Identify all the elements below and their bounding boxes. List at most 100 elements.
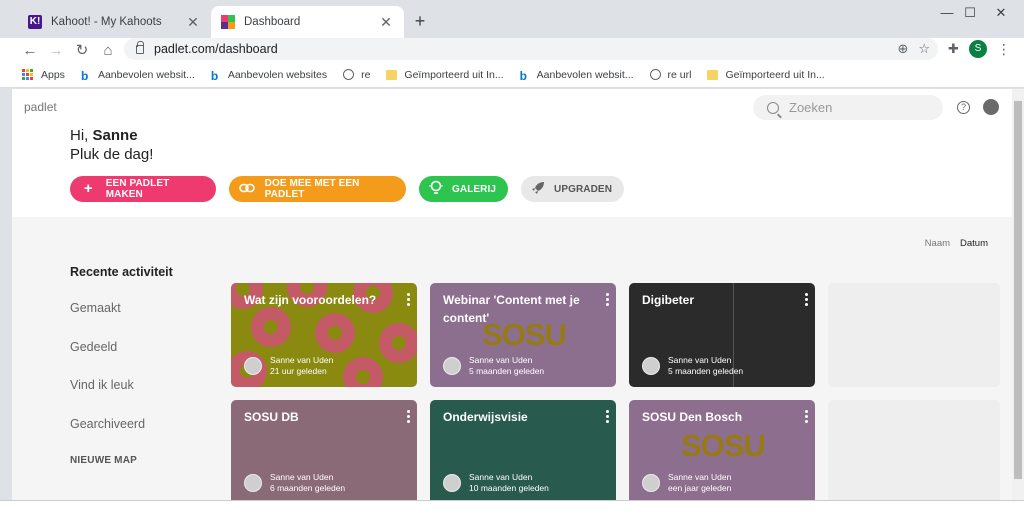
padlet-card[interactable]: Wat zijn vooroordelen? Sanne van Uden 21 … xyxy=(231,283,417,387)
home-icon[interactable]: ⌂ xyxy=(95,42,121,59)
avatar xyxy=(244,357,262,375)
plus-icon: + xyxy=(83,180,93,197)
padlet-card[interactable]: Digibeter Sanne van Uden 5 maanden gelede… xyxy=(629,283,815,387)
more-options-icon[interactable] xyxy=(405,410,411,423)
empty-card-slot xyxy=(828,400,1000,500)
padlet-card[interactable]: SOSU DB Sanne van Uden 6 maanden geleden xyxy=(231,400,417,500)
puzzle-icon[interactable]: ✚ xyxy=(948,41,959,57)
scrollbar-thumb[interactable] xyxy=(1014,101,1022,479)
more-options-icon[interactable] xyxy=(604,293,610,306)
close-icon[interactable]: ✕ xyxy=(185,14,201,30)
tab-kahoot[interactable]: K! Kahoot! - My Kahoots ✕ xyxy=(18,6,211,38)
menu-dots-icon[interactable]: ⋮ xyxy=(997,41,1011,58)
padlet-logo[interactable]: padlet xyxy=(24,100,57,114)
padlet-author: Sanne van Uden een jaar geleden xyxy=(642,472,731,494)
new-folder-button[interactable]: NIEUWE MAP xyxy=(70,455,220,466)
sort-by-name[interactable]: Naam xyxy=(925,238,950,249)
padlet-author: Sanne van Uden 5 maanden geleden xyxy=(443,355,544,377)
sidebar-item-created[interactable]: Gemaakt xyxy=(70,301,220,340)
browser-toolbar: ← → ↻ ⌂ padlet.com/dashboard ⊕ ☆ xyxy=(0,38,1024,62)
padlet-card[interactable]: SOSU SOSU Den Bosch Sanne van Uden een ja… xyxy=(629,400,815,500)
donut-pattern xyxy=(343,357,383,387)
search-icon xyxy=(767,101,779,114)
greeting: Hi, Sanne Pluk de dag! xyxy=(70,126,153,164)
address-bar[interactable]: padlet.com/dashboard ⊕ ☆ xyxy=(124,38,938,60)
updated-time: 21 uur geleden xyxy=(270,366,327,376)
padlet-dashboard: padlet Zoeken ? Hi, Sanne Pluk de dag! +… xyxy=(12,89,1012,500)
padlet-list-area: Naam Datum Recente activiteit Gemaakt Ge… xyxy=(12,217,1012,500)
window-close-icon[interactable]: ✕ xyxy=(978,4,1024,26)
donut-pattern xyxy=(379,323,417,363)
author-name: Sanne van Uden xyxy=(469,355,533,365)
help-icon[interactable]: ? xyxy=(957,101,970,114)
tab-title: Kahoot! - My Kahoots xyxy=(51,16,162,28)
bookmark-item[interactable]: b Aanbevolen websites xyxy=(211,68,328,83)
bookmark-item[interactable]: re url xyxy=(649,68,692,81)
search-input[interactable]: Zoeken xyxy=(753,95,943,120)
sidebar: Recente activiteit Gemaakt Gedeeld Vind … xyxy=(70,265,220,466)
author-name: Sanne van Uden xyxy=(668,472,732,482)
sidebar-item-archived[interactable]: Gearchiveerd xyxy=(70,417,220,456)
profile-avatar[interactable]: S xyxy=(968,40,987,58)
bookmark-label: Aanbevolen websites xyxy=(227,68,328,81)
tab-title: Dashboard xyxy=(244,16,301,28)
padlet-card[interactable]: SOSU Webinar 'Content met je content' Sa… xyxy=(430,283,616,387)
star-icon[interactable]: ☆ xyxy=(918,41,930,57)
bookmark-folder[interactable]: Geïmporteerd uit In... xyxy=(386,68,504,81)
tab-dashboard[interactable]: Dashboard ✕ xyxy=(211,6,404,38)
lightbulb-icon xyxy=(429,180,443,199)
close-icon[interactable]: ✕ xyxy=(378,14,394,30)
forward-icon[interactable]: → xyxy=(43,42,69,59)
page-scrollbar[interactable] xyxy=(1012,89,1024,500)
bottom-edge xyxy=(0,500,1024,512)
more-options-icon[interactable] xyxy=(405,293,411,306)
search-placeholder: Zoeken xyxy=(789,100,833,115)
bookmark-label: re url xyxy=(667,68,692,81)
padlet-author: Sanne van Uden 21 uur geleden xyxy=(244,355,333,377)
gallery-button[interactable]: GALERIJ xyxy=(419,176,508,202)
padlet-title: SOSU Den Bosch xyxy=(642,410,743,424)
bookmark-item[interactable]: b Aanbevolen websit... xyxy=(81,69,195,83)
button-label: DOE MEE MET EEN PADLET xyxy=(264,178,360,200)
bookmark-item[interactable]: b Aanbevolen websit... xyxy=(520,69,634,83)
bookmark-label: Geïmporteerd uit In... xyxy=(404,68,504,81)
sidebar-item-recent[interactable]: Recente activiteit xyxy=(70,265,220,279)
sidebar-item-shared[interactable]: Gedeeld xyxy=(70,340,220,379)
padlet-card[interactable]: Onderwijsvisie Sanne van Uden 10 maanden … xyxy=(430,400,616,500)
back-icon[interactable]: ← xyxy=(17,42,43,59)
folder-icon xyxy=(386,69,398,80)
author-name: Sanne van Uden xyxy=(668,355,732,365)
globe-icon xyxy=(649,69,661,80)
bookmark-item[interactable]: re xyxy=(343,69,370,81)
create-padlet-button[interactable]: + EEN PADLET MAKEN xyxy=(70,176,216,202)
avatar xyxy=(443,357,461,375)
reload-icon[interactable]: ↻ xyxy=(69,41,95,59)
updated-time: 5 maanden geleden xyxy=(668,366,744,376)
padlet-title: Onderwijsvisie xyxy=(443,410,528,424)
bookmark-apps[interactable]: Apps xyxy=(22,68,65,81)
bookmark-folder[interactable]: Geïmporteerd uit In... xyxy=(707,68,825,81)
bookmark-label: Geïmporteerd uit In... xyxy=(725,68,825,81)
button-label: UPGRADEN xyxy=(554,183,613,195)
padlet-title: SOSU DB xyxy=(244,410,299,424)
padlet-author: Sanne van Uden 5 maanden geleden xyxy=(642,355,743,377)
sidebar-item-liked[interactable]: Vind ik leuk xyxy=(70,378,220,417)
donut-pattern xyxy=(315,313,355,353)
more-options-icon[interactable] xyxy=(803,293,809,306)
updated-time: 10 maanden geleden xyxy=(469,483,549,493)
donut-pattern xyxy=(251,307,291,347)
sort-options: Naam Datum xyxy=(925,238,988,249)
avatar[interactable] xyxy=(983,99,999,115)
button-label: GALERIJ xyxy=(452,183,497,195)
add-icon[interactable]: ⊕ xyxy=(897,41,908,57)
new-tab-icon[interactable]: + xyxy=(410,11,430,32)
sort-by-date[interactable]: Datum xyxy=(960,238,988,249)
more-options-icon[interactable] xyxy=(604,410,610,423)
upgrade-button[interactable]: UPGRADEN xyxy=(521,176,624,202)
more-options-icon[interactable] xyxy=(803,410,809,423)
padlet-title: Wat zijn vooroordelen? xyxy=(244,293,377,307)
join-padlet-button[interactable]: DOE MEE MET EEN PADLET xyxy=(229,176,406,202)
avatar xyxy=(244,474,262,492)
tab-strip: K! Kahoot! - My Kahoots ✕ Dashboard ✕ + … xyxy=(0,0,1024,38)
folder-icon xyxy=(707,69,719,80)
